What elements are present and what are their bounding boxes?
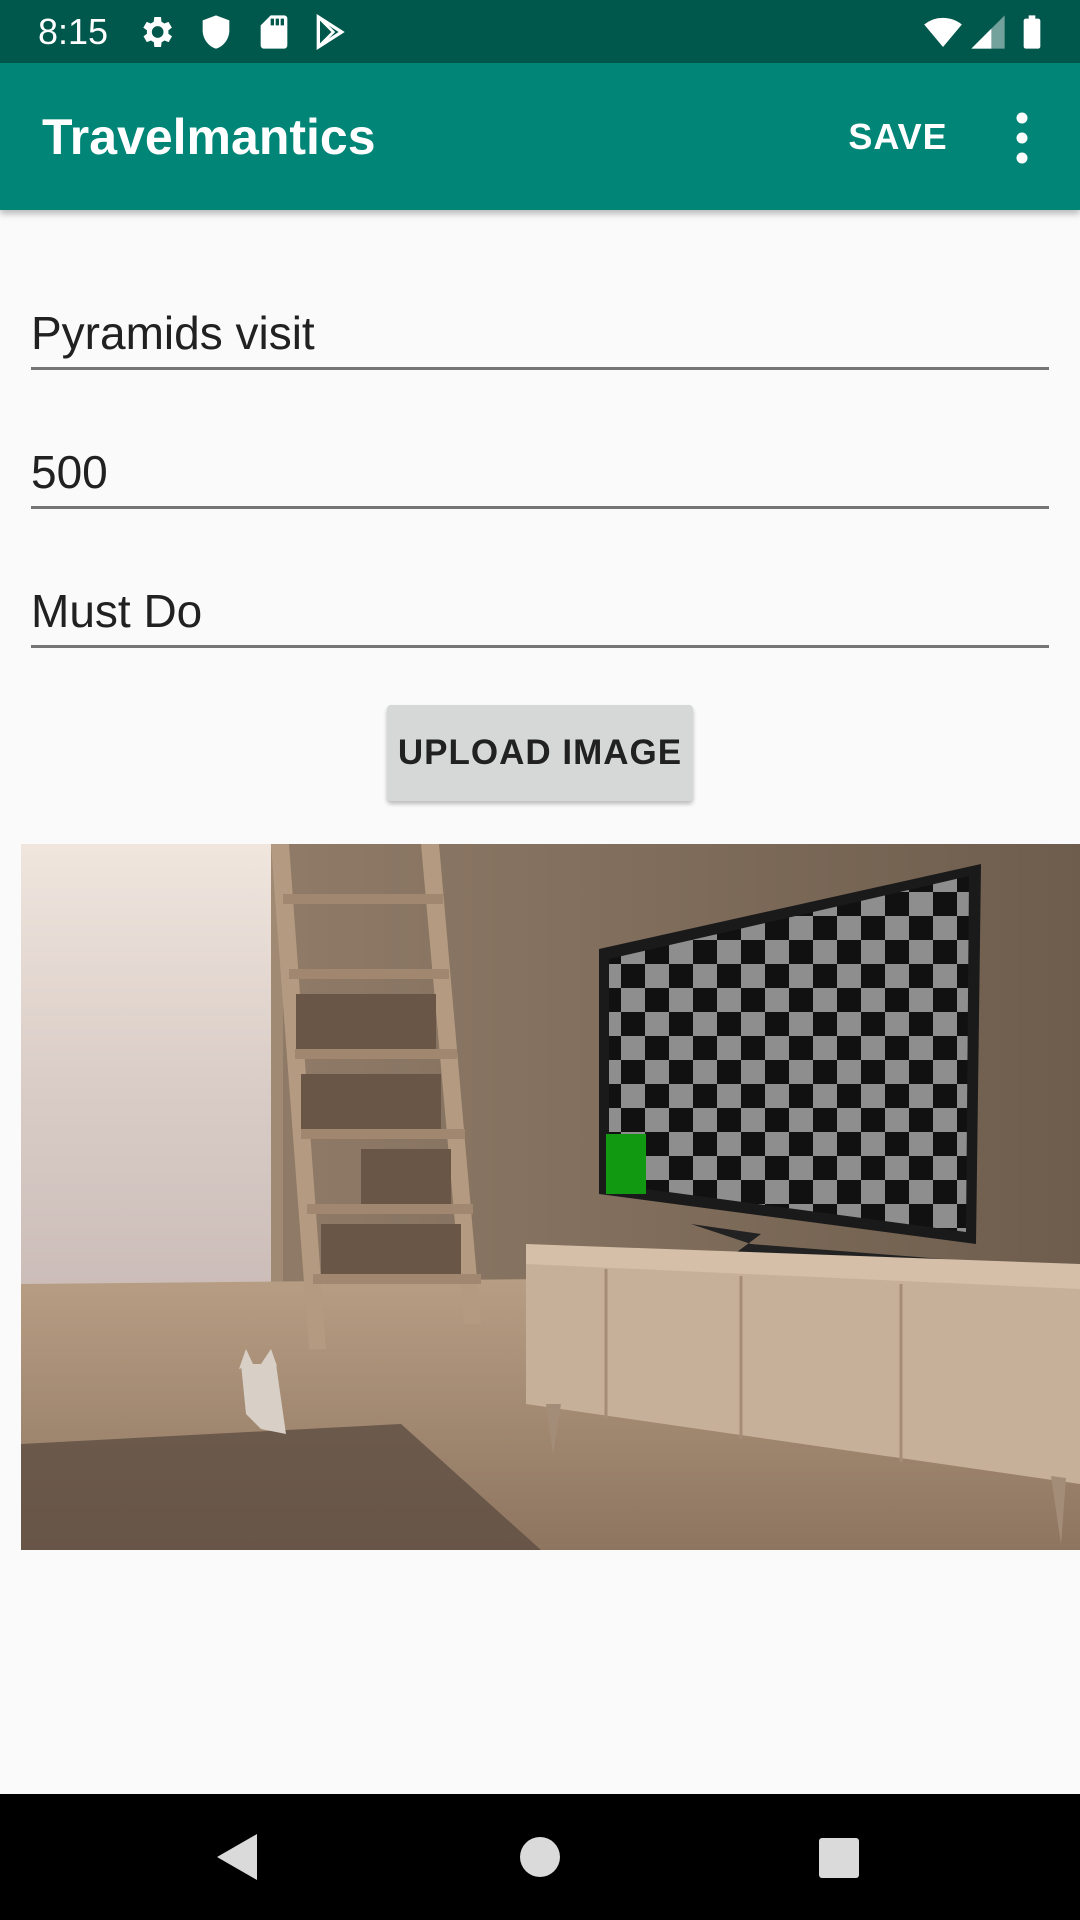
status-time: 8:15	[38, 11, 109, 52]
wifi-icon	[924, 17, 962, 47]
shield-icon	[202, 15, 230, 49]
recents-icon[interactable]	[803, 1822, 873, 1892]
navigation-bar	[0, 1794, 1080, 1920]
description-input[interactable]	[31, 576, 1049, 645]
sd-card-icon	[260, 15, 288, 49]
title-field	[31, 298, 1049, 370]
app-bar: Travelmantics SAVE	[0, 63, 1080, 210]
more-vert-icon[interactable]	[1002, 103, 1042, 173]
title-input[interactable]	[31, 298, 1049, 367]
save-button[interactable]: SAVE	[830, 109, 966, 165]
home-icon[interactable]	[505, 1822, 575, 1892]
price-input[interactable]	[31, 437, 1049, 506]
app-title: Travelmantics	[42, 109, 376, 165]
play-store-icon	[316, 13, 345, 51]
battery-icon	[1023, 15, 1041, 49]
status-bar: 8:15	[0, 0, 1080, 63]
description-field	[31, 576, 1049, 648]
uploaded-image	[21, 844, 1080, 1550]
back-icon[interactable]	[203, 1822, 273, 1892]
settings-icon	[143, 17, 172, 47]
signal-icon	[971, 15, 1005, 49]
price-field	[31, 437, 1049, 509]
upload-image-button[interactable]: UPLOAD IMAGE	[387, 705, 693, 801]
